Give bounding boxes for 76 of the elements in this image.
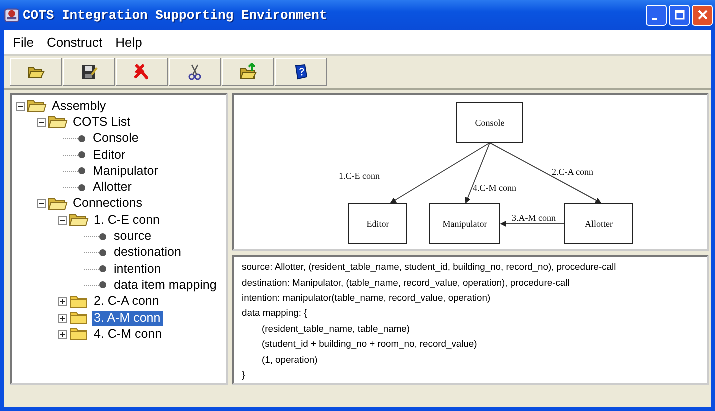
component-box[interactable] [430, 204, 500, 244]
menu-item[interactable]: File [8, 34, 39, 50]
component-box[interactable] [456, 102, 524, 144]
detail-text: source: Allotter, (resident_table_name, student_id, building_no, record_no), procedure-call [242, 261, 616, 272]
folder-arrow-icon [239, 63, 257, 81]
bullet-icon [99, 281, 107, 290]
tree-item[interactable]: Assembly [50, 98, 108, 114]
expand-icon[interactable] [58, 330, 67, 339]
component-box[interactable] [348, 204, 408, 244]
toolbar-button[interactable] [63, 58, 115, 86]
open-folder-icon [27, 99, 47, 114]
tree-item[interactable]: 4. C-M conn [92, 326, 164, 342]
tree-item[interactable]: data item mapping [112, 278, 219, 293]
open-folder-icon [48, 196, 68, 211]
folder-icon [69, 311, 89, 325]
tree-item[interactable]: 2. C-A conn [92, 294, 162, 310]
minimize-button[interactable] [646, 4, 667, 26]
tree-item[interactable]: 1. C-E conn [92, 212, 162, 228]
collapse-icon[interactable] [16, 102, 25, 111]
connector-label: 3.A-M conn [512, 213, 556, 223]
detail-text: (resident_table_name, table_name) [262, 322, 410, 334]
window-title: COTS Integration Supporting Environment [23, 8, 328, 22]
open-folder-icon [69, 213, 89, 228]
detail-text: intention: manipulator(table_name, record_value, operation) [242, 292, 491, 303]
tree-item[interactable]: Allotter [91, 180, 134, 196]
tree-item[interactable]: Console [91, 131, 141, 146]
scissors-icon [186, 63, 204, 81]
detail-text: (student_id + building_no + room_no, record_value) [262, 338, 478, 350]
component-label: Editor [366, 219, 390, 229]
connector-arrow [500, 221, 566, 227]
maximize-button[interactable] [669, 4, 690, 26]
close-icon [698, 10, 708, 20]
bullet-icon [78, 134, 86, 143]
component-box[interactable] [564, 204, 634, 244]
tree-item[interactable]: Editor [91, 148, 128, 163]
component-label: Manipulator [442, 219, 488, 229]
tree-item[interactable]: source [112, 229, 154, 244]
maximize-icon [674, 10, 684, 20]
bullet-icon [99, 265, 107, 274]
menu-item[interactable]: Help [110, 34, 148, 50]
app-icon [4, 7, 20, 23]
detail-text: } [242, 368, 246, 380]
toolbar-button[interactable] [10, 58, 62, 86]
toolbar-button[interactable] [169, 58, 221, 86]
component-label: Allotter [585, 219, 613, 229]
connector-label: 2.C-A conn [552, 167, 594, 177]
tree-item[interactable]: destionation [112, 245, 184, 260]
menu-item[interactable]: Construct [42, 34, 108, 50]
expand-icon[interactable] [58, 314, 67, 322]
tree-item[interactable]: intention [112, 262, 164, 277]
toolbar-button[interactable] [275, 58, 327, 86]
collapse-icon[interactable] [58, 216, 67, 225]
collapse-icon[interactable] [37, 118, 46, 127]
expand-icon[interactable] [58, 297, 67, 306]
connector-label: 4.C-M conn [473, 183, 516, 193]
tree-item[interactable]: COTS List [71, 114, 133, 130]
bullet-icon [99, 232, 107, 241]
detail-text: destination: Manipulator, (table_name, record_value, operation), procedure-call [242, 276, 570, 288]
connector-label: 1.C-E conn [339, 171, 380, 181]
bullet-icon [99, 248, 107, 257]
detail-text: (1, operation) [262, 354, 318, 365]
tree-item[interactable]: Manipulator [91, 164, 160, 179]
bullet-icon [78, 151, 86, 160]
toolbar-button[interactable] [222, 58, 274, 86]
bullet-icon [78, 167, 86, 176]
component-label: Console [475, 118, 505, 128]
open-folder-icon [48, 115, 68, 130]
collapse-icon[interactable] [37, 199, 46, 208]
folder-icon [69, 294, 89, 309]
bullet-icon [78, 184, 86, 192]
folder-icon [69, 327, 89, 342]
detail-text: data mapping: { [242, 307, 308, 318]
tree-item[interactable]: 3. A-M conn [92, 310, 163, 326]
close-button[interactable] [692, 4, 713, 26]
minimize-icon [652, 18, 657, 20]
tree-item[interactable]: Connections [71, 196, 144, 212]
